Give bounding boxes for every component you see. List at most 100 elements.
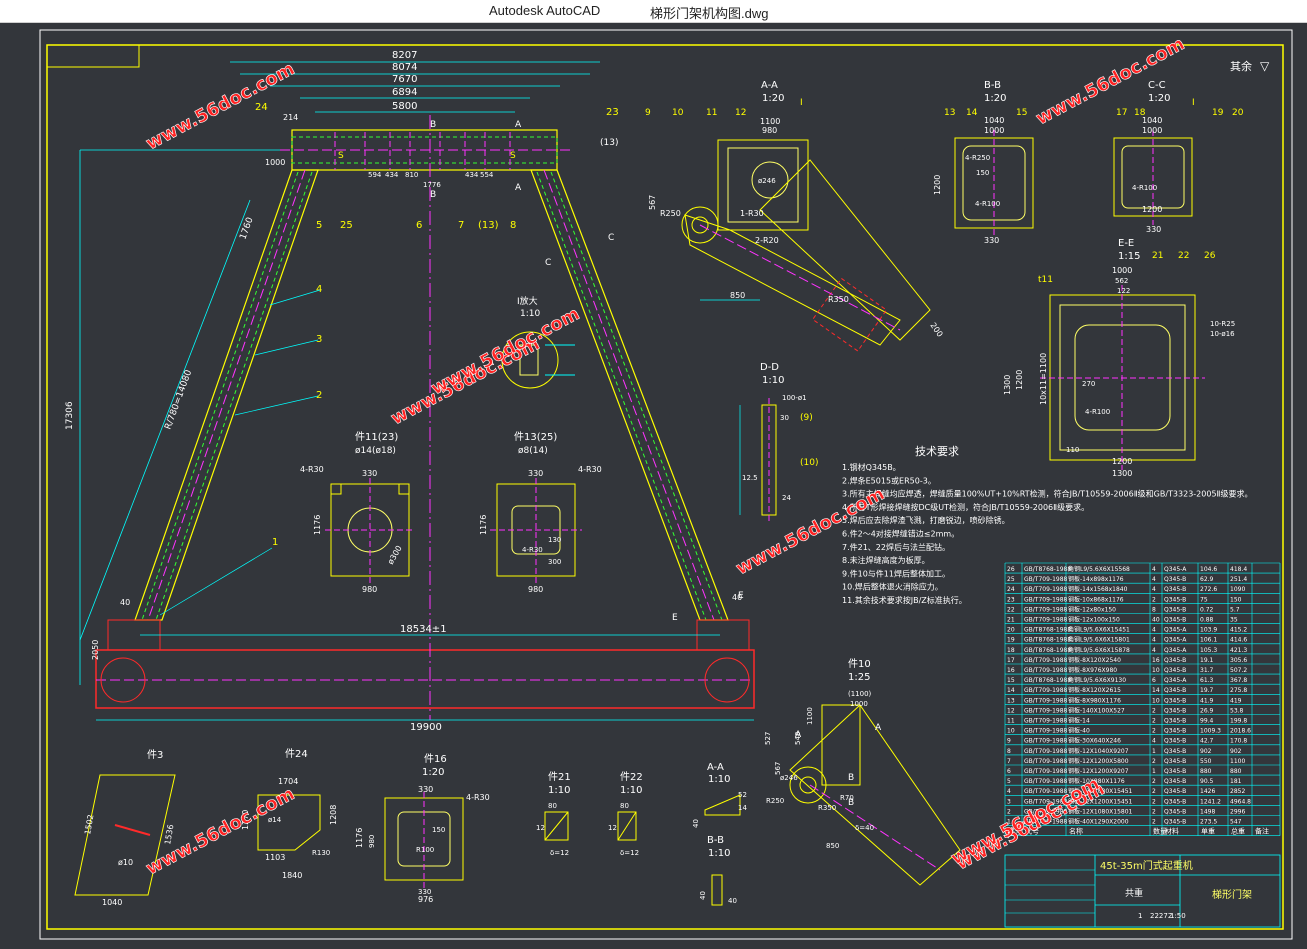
dim-text: (1100) [848, 690, 872, 698]
table-cell: Q345-B [1164, 798, 1186, 805]
balloon: 11 [706, 108, 717, 118]
part21-scale: 1:10 [548, 785, 570, 796]
balloon-3: 3 [316, 334, 322, 345]
table-cell: 角钢L9/5.6X6X15801 [1068, 636, 1130, 644]
table-cell: GB/T709-1988 [1024, 738, 1068, 745]
dim-text: ø246 [780, 774, 798, 782]
table-cell: 4 [1152, 576, 1156, 583]
view-EE-scale: 1:15 [1118, 251, 1140, 262]
table-cell: GB/T709-1988 [1024, 617, 1068, 624]
view-BB-scale: 1:20 [984, 93, 1006, 104]
section-mark: A [875, 723, 882, 733]
dim-text: 980 [762, 126, 777, 135]
dim-text: 330 [984, 236, 999, 245]
table-cell: 7 [1007, 758, 1011, 765]
table-cell: 199.8 [1230, 718, 1247, 725]
dim-text: 214 [283, 113, 298, 122]
table-cell: 24 [1007, 586, 1015, 593]
drawing-canvas[interactable]: 其余 ▽ 8207 8074 7670 6894 5800 214 1000 5… [0, 23, 1307, 949]
view-AA-title: A-A [761, 80, 778, 91]
part16-scale: 1:20 [422, 767, 444, 778]
table-cell: 19.1 [1200, 657, 1214, 664]
tech-note: 6.件2～4对接焊缝错边≤2mm。 [842, 529, 959, 539]
dim-text: 1300 [1112, 469, 1132, 478]
title-part: 梯形门架 [1212, 888, 1252, 901]
table-cell: 1 [1152, 748, 1156, 755]
dim-19900: 19900 [410, 722, 442, 733]
dim-text: 567 [774, 762, 782, 775]
table-cell: 16 [1152, 657, 1160, 664]
table-cell: Q345-B [1164, 819, 1186, 826]
table-header: 材料 [1165, 827, 1179, 836]
part10-scale: 1:25 [848, 672, 870, 683]
table-cell: 26.9 [1200, 707, 1214, 714]
dim-text: 122 [1117, 287, 1130, 295]
table-cell: 2 [1152, 758, 1156, 765]
dim-text: δ=40 [855, 824, 874, 832]
table-cell: 53.8 [1230, 707, 1244, 714]
table-cell: 19.7 [1200, 687, 1214, 694]
dim-text: 80 [620, 802, 629, 810]
dim-text: 1200 [1112, 457, 1132, 466]
table-cell: Q345-B [1164, 586, 1186, 593]
part21-title: 件21 [548, 771, 571, 783]
table-cell: Q345-B [1164, 687, 1186, 694]
table-cell: 415.2 [1230, 627, 1247, 634]
table-cell: Q345-B [1164, 788, 1186, 795]
table-cell: 23 [1007, 596, 1015, 603]
tech-note: 11.其余技术要求按JB/Z标准执行。 [842, 595, 967, 605]
dim-text: 594 [368, 171, 382, 179]
dim-text: 527 [764, 732, 772, 745]
table-header: 总重 [1231, 827, 1245, 836]
table-cell: 17 [1007, 657, 1015, 664]
table-cell: 钢板-12X1040X9207 [1068, 747, 1129, 755]
dim-text: 40 [728, 897, 737, 905]
balloon: I [800, 98, 803, 108]
part13-title: 件13(25) [514, 431, 557, 443]
dim-text: 150 [976, 169, 989, 177]
part13-sub: ø8(14) [518, 446, 548, 456]
dim-text: ø246 [758, 177, 776, 185]
dim-text: δ=12 [550, 849, 569, 857]
dim-text: 976 [418, 895, 433, 904]
table-cell: Q345-B [1164, 728, 1186, 735]
table-cell: 10 [1152, 667, 1160, 674]
dim-text: 1208 [329, 805, 338, 825]
dim-8207: 8207 [392, 50, 417, 61]
table-cell: 4 [1152, 586, 1156, 593]
dim-text: 12.5 [742, 474, 758, 482]
section-mark: E [672, 613, 678, 623]
table-cell: 26 [1007, 566, 1015, 573]
table-cell: 902 [1230, 748, 1242, 755]
balloon-5: 5 [316, 220, 322, 231]
table-cell: 钢板-8X120X2540 [1068, 656, 1121, 664]
table-cell: 钢板-12X1200X5800 [1068, 757, 1129, 765]
table-cell: 880 [1230, 768, 1242, 775]
table-cell: 2 [1152, 808, 1156, 815]
dim-text: 330 [418, 785, 433, 794]
roughness-icon: ▽ [1260, 59, 1270, 73]
balloon-8: 8 [510, 220, 516, 231]
table-cell: Q345-B [1164, 576, 1186, 583]
dim-text: 130 [548, 536, 561, 544]
table-cell: 角钢L9/5.6X6X15451 [1068, 626, 1130, 634]
section-mark: E [738, 591, 744, 601]
dim-7670: 7670 [392, 74, 417, 85]
section-mark: B [430, 120, 436, 130]
part24-title: 件24 [285, 748, 308, 760]
table-cell: GB/T709-1988 [1024, 697, 1068, 704]
dim-text: (9) [800, 413, 813, 423]
balloon: 14 [966, 108, 978, 118]
table-cell: 61.3 [1200, 677, 1214, 684]
dim-text: 270 [1082, 380, 1095, 388]
dim-text: (10) [800, 458, 818, 468]
dim-text: R350 [818, 804, 836, 812]
table-cell: Q345-B [1164, 748, 1186, 755]
table-cell: 418.4 [1230, 566, 1247, 573]
table-cell: 251.4 [1230, 576, 1247, 583]
table-cell: Q345-B [1164, 667, 1186, 674]
table-cell: 421.3 [1230, 647, 1247, 654]
table-cell: 钢板-12x100x150 [1068, 616, 1120, 624]
balloon: 12 [735, 108, 746, 118]
dim-text: 1040 [1142, 116, 1162, 125]
